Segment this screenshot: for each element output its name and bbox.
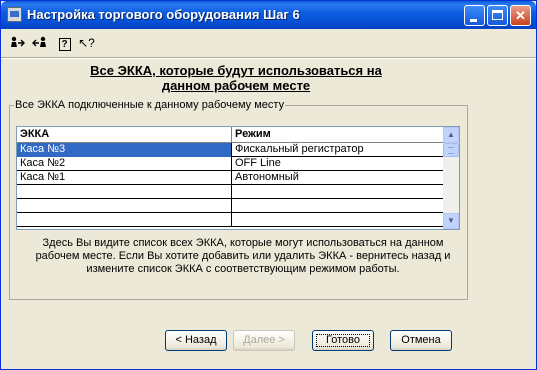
ekka-table[interactable]: ЭККА Режим Каса №3 Фискальный регистрато… (16, 126, 460, 230)
maximize-icon (492, 10, 503, 20)
wizard-window: Настройка торгового оборудования Шаг 6 ✕… (0, 0, 537, 370)
minimize-button[interactable] (464, 5, 485, 26)
groupbox-label: Все ЭККА подключенные к данному рабочему… (14, 99, 286, 111)
back-button[interactable]: < Назад (165, 330, 227, 351)
description-line-1: Здесь Вы видите список всех ЭККА, которы… (42, 237, 444, 249)
vertical-scrollbar[interactable]: ▲ ▼ (443, 127, 459, 229)
whats-this-icon[interactable]: ↖? (78, 35, 95, 51)
cell-ekka[interactable]: Каса №1 (17, 171, 232, 185)
person-arrow-icon[interactable] (9, 35, 26, 51)
table-row[interactable]: Каса №2 OFF Line (17, 157, 444, 171)
next-button[interactable]: Далее > (233, 330, 295, 351)
chevron-up-icon: ▲ (447, 130, 455, 139)
table-row[interactable]: Каса №1 Автономный (17, 171, 444, 185)
cell-mode[interactable]: Автономный (232, 171, 444, 185)
scroll-up-button[interactable]: ▲ (443, 127, 459, 143)
cell-ekka[interactable] (17, 199, 232, 213)
description-text: Здесь Вы видите список всех ЭККА, которы… (28, 237, 458, 276)
cell-ekka[interactable] (17, 213, 232, 227)
cell-mode[interactable] (232, 185, 444, 199)
cell-mode[interactable] (232, 199, 444, 213)
title-bar[interactable]: Настройка торгового оборудования Шаг 6 ✕ (1, 1, 536, 29)
window-title: Настройка торгового оборудования Шаг 6 (27, 7, 300, 22)
cell-ekka[interactable]: Каса №2 (17, 157, 232, 171)
close-button[interactable]: ✕ (510, 5, 531, 26)
maximize-button[interactable] (487, 5, 508, 26)
minimize-icon (470, 19, 477, 22)
cancel-button[interactable]: Отмена (390, 330, 452, 351)
table-header: ЭККА Режим (17, 127, 444, 143)
help-icon[interactable]: ? (56, 35, 73, 51)
app-icon (7, 7, 22, 22)
cell-mode[interactable]: OFF Line (232, 157, 444, 171)
close-icon: ✕ (515, 8, 526, 23)
description-line-2: рабочем месте. Если Вы хотите добавить и… (35, 250, 451, 262)
scroll-thumb[interactable] (443, 143, 459, 157)
table-row[interactable]: Каса №3 Фискальный регистратор (17, 143, 444, 157)
column-header-mode[interactable]: Режим (232, 127, 444, 143)
person-arrow-icon-2[interactable] (32, 35, 49, 51)
toolbar-separator (1, 57, 536, 59)
description-line-3: измените список ЭККА с соответствующим р… (86, 263, 400, 275)
done-button[interactable]: Готово (312, 330, 374, 351)
heading-line-2: данном рабочем месте (161, 78, 311, 93)
table-row[interactable] (17, 213, 444, 227)
column-header-ekka[interactable]: ЭККА (17, 127, 232, 143)
table-body: Каса №3 Фискальный регистратор Каса №2 O… (17, 143, 444, 227)
scroll-down-button[interactable]: ▼ (443, 213, 459, 229)
toolbar: ? ↖? (1, 30, 536, 56)
ekka-groupbox: Все ЭККА подключенные к данному рабочему… (9, 99, 468, 300)
page-heading: Все ЭККА, которые будут использоваться н… (1, 63, 471, 93)
cell-mode[interactable] (232, 213, 444, 227)
chevron-down-icon: ▼ (447, 216, 455, 225)
cell-ekka[interactable]: Каса №3 (17, 143, 232, 157)
cell-ekka[interactable] (17, 185, 232, 199)
table-row[interactable] (17, 199, 444, 213)
heading-line-1: Все ЭККА, которые будут использоваться н… (90, 63, 382, 78)
cell-mode[interactable]: Фискальный регистратор (232, 143, 444, 157)
table-row[interactable] (17, 185, 444, 199)
